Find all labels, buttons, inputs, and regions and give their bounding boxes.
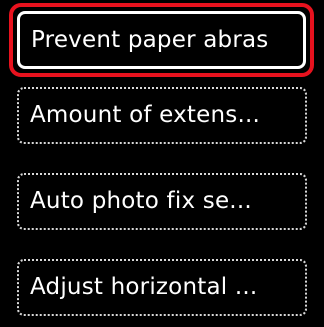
menu-item-label: Adjust horizontal ... [30,276,258,299]
selected-item-frame: Prevent paper abras [17,11,306,69]
menu-item-label: Amount of extens... [30,104,260,127]
menu-item-label: Prevent paper abras [31,28,269,52]
menu-item-amount-of-extension[interactable]: Amount of extens... [17,87,307,144]
settings-menu: Prevent paper abras Amount of extens... … [0,0,324,327]
menu-item-prevent-paper-abrasion[interactable]: Prevent paper abras [9,3,314,77]
menu-item-auto-photo-fix-settings[interactable]: Auto photo fix se... [17,173,307,230]
menu-item-adjust-horizontal[interactable]: Adjust horizontal ... [17,259,307,316]
menu-item-label: Auto photo fix se... [30,190,252,213]
